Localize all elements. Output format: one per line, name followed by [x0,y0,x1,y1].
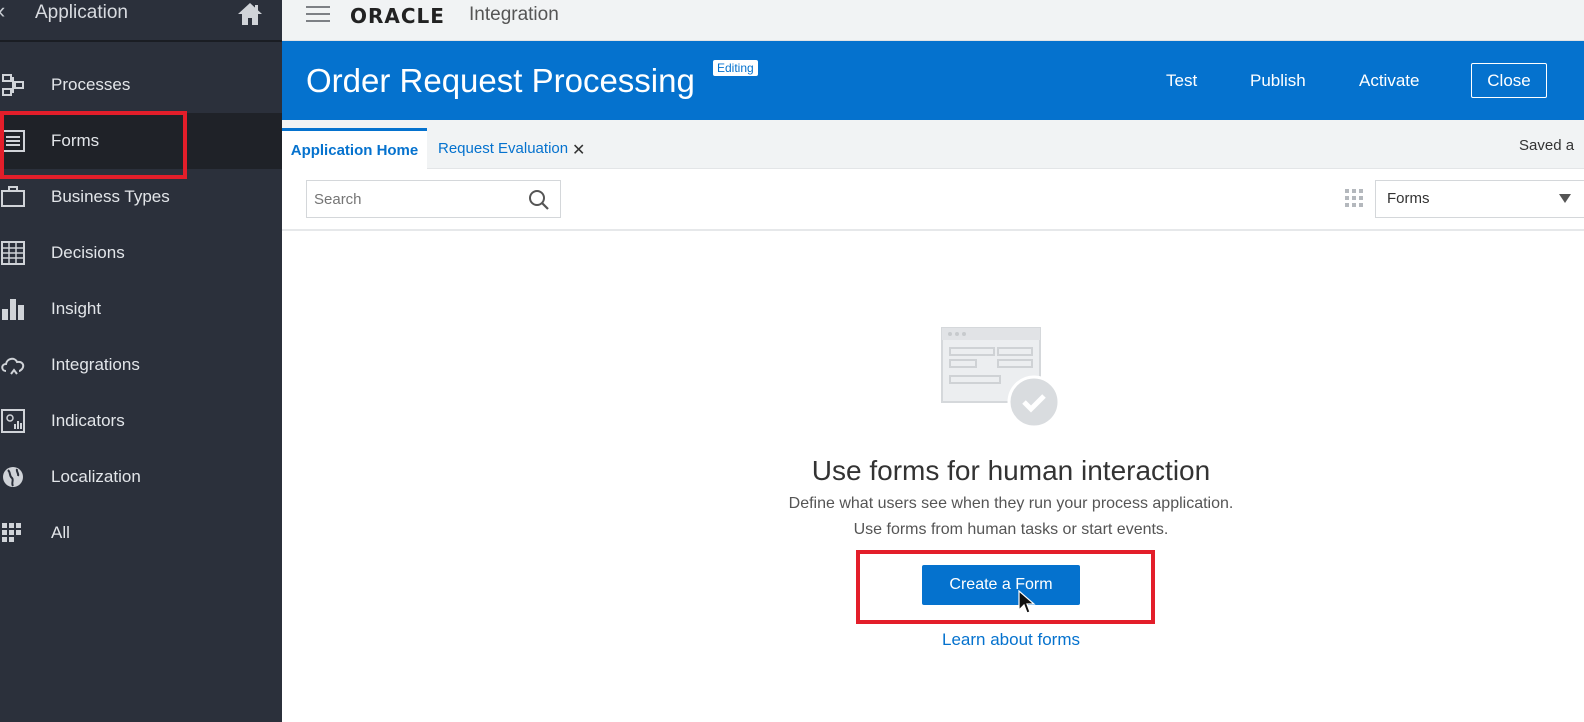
sidebar-item-label: Processes [51,75,131,94]
sidebar-item-label: Integrations [51,355,140,374]
empty-state-description: Define what users see when they run your… [788,495,1234,512]
tab-strip: Application Home Request Evaluation ✕ Sa… [282,120,1584,169]
create-form-button[interactable]: Create a Form [922,565,1080,605]
sidebar-item-label: All [51,523,70,542]
tab-request-evaluation[interactable]: Request Evaluation [438,140,568,157]
sidebar-item-forms[interactable]: Forms [0,113,282,169]
form-illustration-icon [941,327,1061,429]
close-tab-icon[interactable]: ✕ [572,140,585,160]
empty-state-title: Use forms for human interaction [811,455,1211,486]
all-grid-icon [2,523,21,542]
sidebar-item-indicators[interactable]: Indicators [0,393,282,449]
back-chevron-icon[interactable]: ‹ [0,0,8,22]
globe-icon [3,467,23,487]
page-title: Order Request Processing [306,62,695,99]
activate-button[interactable]: Activate [1359,71,1419,91]
select-value: Forms [1387,190,1430,207]
close-button[interactable]: Close [1471,63,1547,98]
learn-about-forms-link[interactable]: Learn about forms [282,630,1584,650]
search-icon[interactable] [528,189,550,211]
processes-icon [2,74,24,96]
sidebar-item-decisions[interactable]: Decisions [0,225,282,281]
sidebar-title: Application [35,2,128,23]
editing-badge: Editing [713,60,758,76]
sidebar-item-integrations[interactable]: Integrations [0,337,282,393]
app-title-bar: Order Request Processing Editing Test Pu… [282,41,1584,120]
tab-application-home[interactable]: Application Home [282,128,427,169]
oracle-logo: ORACLE [350,4,445,28]
test-button[interactable]: Test [1166,71,1197,91]
search-box [306,180,561,218]
home-icon[interactable] [236,1,264,27]
sidebar-header: ‹ Application [0,0,282,42]
indicator-icon [1,409,25,433]
empty-state-description: Use forms from human tasks or start even… [853,521,1169,538]
forms-icon [1,130,25,152]
product-name: Integration [469,4,559,25]
chevron-down-icon [1559,194,1571,203]
type-filter-select[interactable]: Forms [1375,180,1584,218]
cloud-icon [1,357,25,375]
sidebar-item-label: Decisions [51,243,125,262]
hamburger-menu-icon[interactable] [306,6,330,24]
search-input[interactable] [307,181,507,217]
publish-button[interactable]: Publish [1250,71,1306,91]
top-bar: ORACLE Integration [282,0,1584,41]
sidebar-item-label: Forms [51,131,100,150]
table-icon [1,241,25,265]
sidebar-item-processes[interactable]: Processes [0,57,282,113]
grid-view-icon[interactable] [1345,189,1363,207]
sidebar-item-label: Localization [51,467,141,486]
sidebar-item-label: Insight [51,299,102,318]
sidebar-item-label: Indicators [51,411,125,430]
sidebar-item-label: Business Types [51,187,170,206]
saved-status: Saved a [1519,137,1575,154]
sidebar-item-localization[interactable]: Localization [0,449,282,505]
mouse-cursor-icon [1018,590,1036,614]
filter-row: Forms [282,169,1584,231]
sidebar-item-insight[interactable]: Insight [0,281,282,337]
bar-chart-icon [2,299,24,320]
sidebar: ‹ Application Processes Forms Business [0,0,282,722]
briefcase-icon [1,186,25,207]
sidebar-item-business-types[interactable]: Business Types [0,169,282,225]
sidebar-item-all[interactable]: All [0,505,282,561]
